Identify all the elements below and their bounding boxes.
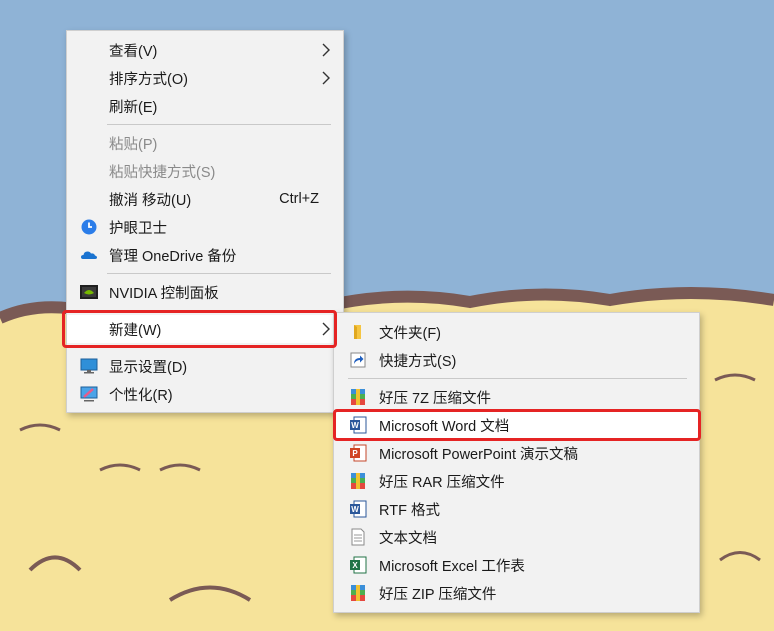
submenu-item-shortcut[interactable]: 快捷方式(S) [334, 346, 699, 374]
svg-text:W: W [351, 505, 359, 514]
svg-text:P: P [352, 449, 358, 458]
submenu-item-folder[interactable]: 文件夹(F) [334, 318, 699, 346]
text-document-icon [351, 528, 365, 546]
submenu-item-label: 文件夹(F) [379, 325, 442, 342]
submenu-item-label: RTF 格式 [379, 502, 440, 519]
menu-item-label: 粘贴(P) [109, 136, 158, 153]
menu-item-label: 护眼卫士 [109, 220, 167, 237]
menu-item-view[interactable]: 查看(V) [67, 36, 343, 64]
chevron-right-icon [322, 43, 330, 57]
menu-item-label: 显示设置(D) [109, 359, 188, 376]
menu-item-undo-move[interactable]: 撤消 移动(U) Ctrl+Z [67, 185, 343, 213]
submenu-item-text-document[interactable]: 文本文档 [334, 523, 699, 551]
archive-7z-icon [351, 389, 365, 405]
shortcut-icon [350, 352, 366, 368]
rtf-document-icon: W [350, 500, 367, 518]
eye-guard-icon [81, 219, 97, 235]
menu-item-sort-by[interactable]: 排序方式(O) [67, 64, 343, 92]
display-settings-icon [80, 358, 98, 374]
archive-rar-icon [351, 473, 365, 489]
onedrive-cloud-icon [81, 251, 97, 259]
submenu-item-label: 好压 ZIP 压缩文件 [379, 586, 497, 603]
menu-item-onedrive-backup[interactable]: 管理 OneDrive 备份 [67, 241, 343, 269]
svg-text:X: X [352, 561, 358, 570]
chevron-right-icon [322, 71, 330, 85]
excel-icon: X [350, 556, 367, 574]
submenu-item-label: 快捷方式(S) [379, 353, 457, 370]
submenu-item-label: Microsoft PowerPoint 演示文稿 [379, 446, 579, 463]
folder-icon [354, 325, 361, 339]
menu-item-refresh[interactable]: 刷新(E) [67, 92, 343, 120]
submenu-item-7z-archive[interactable]: 好压 7Z 压缩文件 [334, 383, 699, 411]
menu-item-eye-guard[interactable]: 护眼卫士 [67, 213, 343, 241]
highlight-box-word-document [333, 409, 701, 441]
menu-item-label: 粘贴快捷方式(S) [109, 164, 216, 181]
submenu-item-excel[interactable]: X Microsoft Excel 工作表 [334, 551, 699, 579]
menu-item-label: 个性化(R) [109, 387, 173, 404]
menu-item-label: 排序方式(O) [109, 71, 188, 88]
new-submenu: 文件夹(F) 快捷方式(S) 好压 7Z 压缩文件 W Microsoft Wo… [333, 312, 700, 613]
menu-separator [348, 378, 687, 379]
menu-item-label: 管理 OneDrive 备份 [109, 248, 237, 265]
submenu-item-rar-archive[interactable]: 好压 RAR 压缩文件 [334, 467, 699, 495]
nvidia-icon [80, 285, 98, 299]
personalize-icon [80, 386, 98, 402]
menu-item-label: 刷新(E) [109, 99, 158, 116]
submenu-item-rtf[interactable]: W RTF 格式 [334, 495, 699, 523]
submenu-item-label: Microsoft Excel 工作表 [379, 558, 525, 575]
menu-item-label: 撤消 移动(U) [109, 192, 192, 209]
submenu-item-powerpoint[interactable]: P Microsoft PowerPoint 演示文稿 [334, 439, 699, 467]
menu-item-paste-shortcut[interactable]: 粘贴快捷方式(S) [67, 157, 343, 185]
archive-zip-icon [351, 585, 365, 601]
highlight-box-new [62, 310, 337, 348]
menu-separator [107, 273, 331, 274]
desktop-context-menu: 查看(V) 排序方式(O) 刷新(E) 粘贴(P) 粘贴快捷方式(S) 撤消 移… [66, 30, 344, 413]
menu-item-display-settings[interactable]: 显示设置(D) [67, 352, 343, 380]
menu-item-label: NVIDIA 控制面板 [109, 285, 219, 302]
submenu-item-label: 好压 7Z 压缩文件 [379, 390, 491, 407]
submenu-item-label: 文本文档 [379, 530, 437, 547]
menu-item-personalize[interactable]: 个性化(R) [67, 380, 343, 408]
powerpoint-icon: P [350, 444, 367, 462]
menu-item-nvidia-control-panel[interactable]: NVIDIA 控制面板 [67, 278, 343, 306]
menu-item-label: 查看(V) [109, 43, 158, 60]
submenu-item-zip-archive[interactable]: 好压 ZIP 压缩文件 [334, 579, 699, 607]
submenu-item-label: 好压 RAR 压缩文件 [379, 474, 505, 491]
menu-item-shortcut: Ctrl+Z [279, 191, 319, 207]
menu-separator [107, 124, 331, 125]
menu-item-paste[interactable]: 粘贴(P) [67, 129, 343, 157]
